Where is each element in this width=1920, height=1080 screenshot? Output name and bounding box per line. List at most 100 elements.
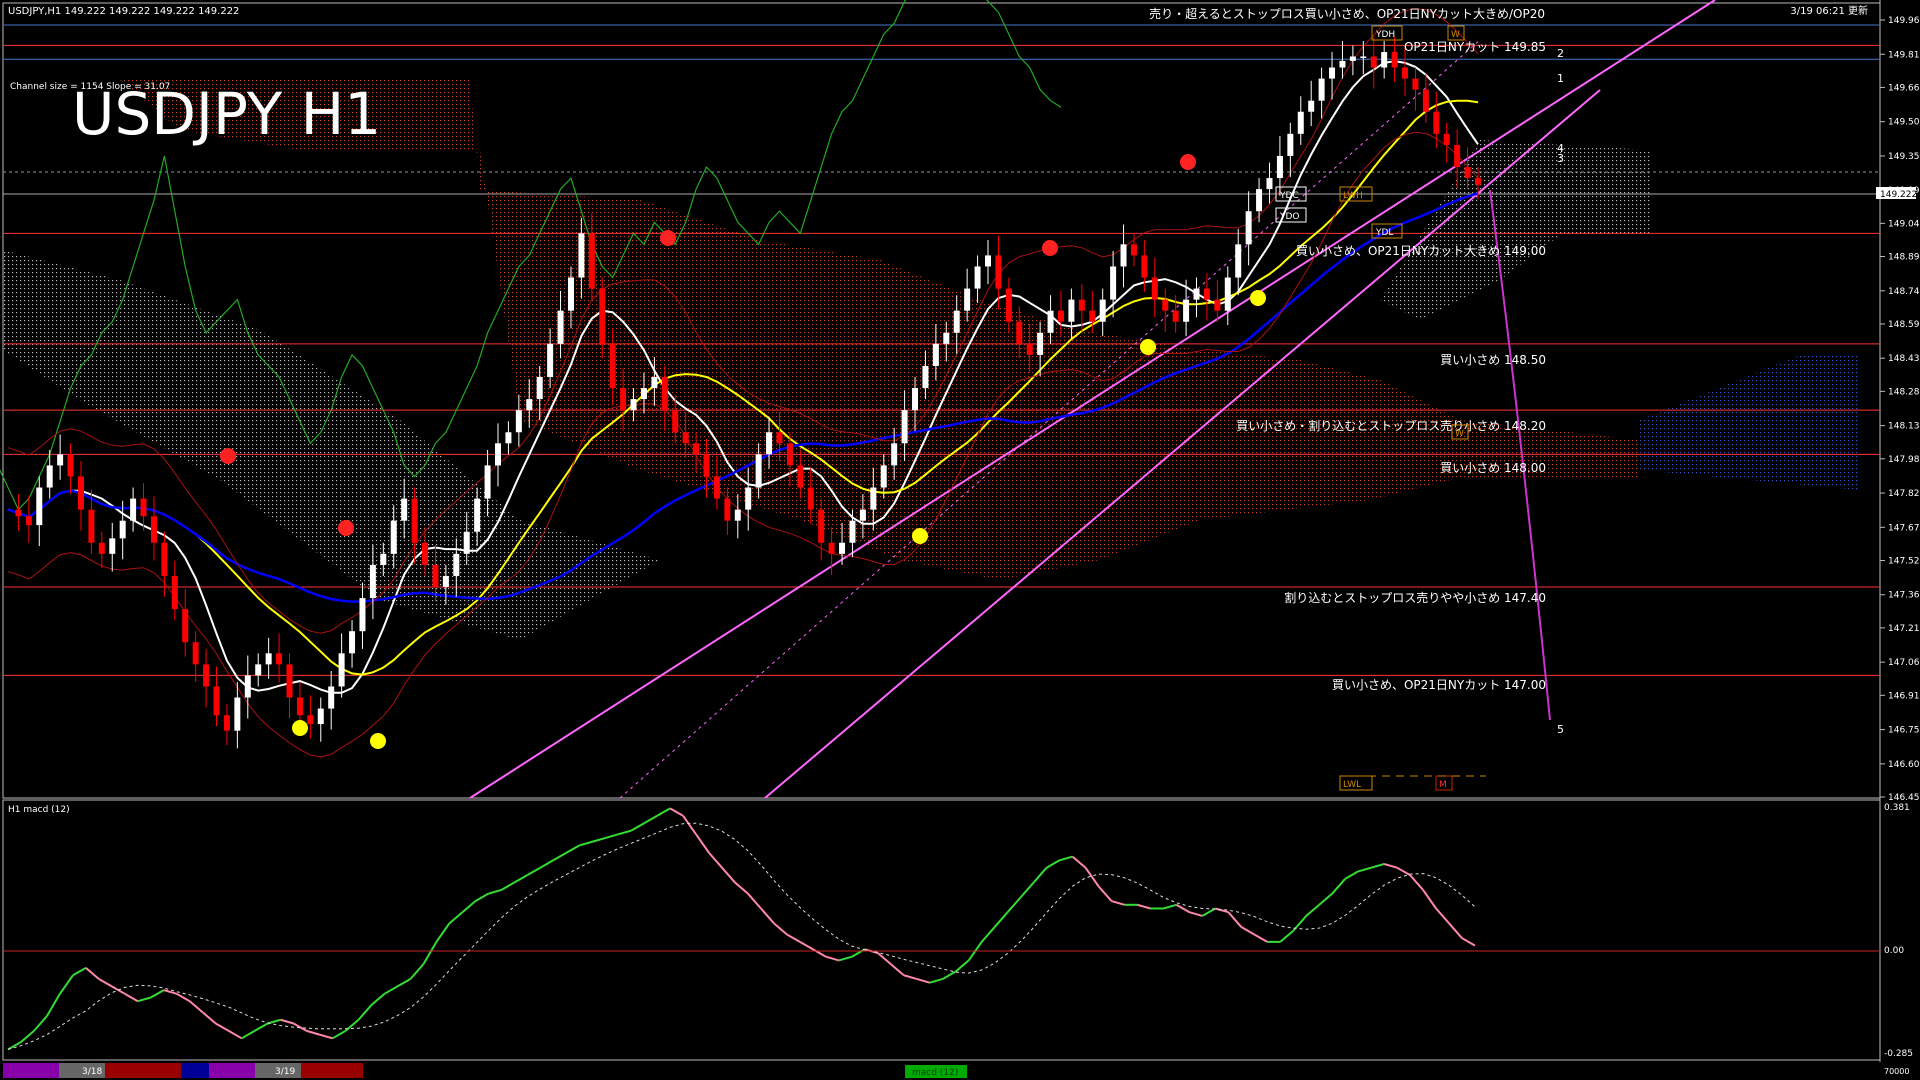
time-seg-1 — [3, 1063, 19, 1078]
note-149-85: OP21日NYカット 149.85 — [1404, 40, 1546, 54]
macd-segment — [929, 978, 944, 984]
macd-segment — [916, 978, 931, 984]
candle-body — [943, 332, 950, 344]
candle-body — [870, 487, 877, 510]
buy-signal-marker — [912, 528, 928, 544]
price-tick-label: 147.670 — [1888, 523, 1920, 533]
candle-body — [442, 575, 449, 587]
ichimoku-cloud — [3, 80, 1860, 640]
candle-body — [1276, 155, 1283, 179]
candle-body — [536, 377, 543, 400]
usdjpy-h1-chart: 149.965149.810149.660149.505149.350149.1… — [0, 0, 1920, 1078]
macd-segment — [150, 989, 165, 999]
macd-segment — [176, 992, 191, 1003]
candle-body — [1214, 299, 1221, 311]
macd-segment — [163, 989, 178, 995]
candle-body — [359, 598, 366, 632]
candle-body — [276, 653, 283, 665]
macd-segment — [500, 881, 515, 891]
macd-segment — [1253, 933, 1268, 943]
price-tick-label: 149.965 — [1888, 16, 1920, 26]
macd-segment — [1046, 859, 1061, 869]
macd-segment — [708, 852, 723, 869]
time-seg-6 — [209, 1063, 255, 1078]
macd-segment — [565, 844, 580, 854]
macd-segment — [825, 955, 840, 962]
candle-body — [140, 498, 147, 517]
candle-body — [1162, 299, 1169, 311]
macd-lines — [7, 807, 1476, 1051]
macd-segment — [137, 996, 152, 1003]
macd-segment — [1111, 900, 1125, 906]
sell-signal-marker — [220, 448, 236, 464]
candle-body — [1391, 52, 1398, 68]
macd-segment — [760, 907, 775, 924]
macd-segment — [1227, 911, 1243, 928]
macd-segment — [682, 815, 697, 835]
macd-segment — [1318, 892, 1333, 906]
candle-body — [1141, 255, 1148, 278]
candle-body — [1245, 211, 1252, 245]
candle-body — [150, 516, 157, 543]
macd-segment — [1305, 904, 1320, 917]
macd-segment — [448, 911, 464, 925]
candle-body — [932, 343, 939, 366]
time-label-3-19: 3/19 — [275, 1067, 295, 1077]
macd-segment — [747, 893, 762, 910]
candle-body — [651, 377, 658, 389]
price-tick-label: 148.740 — [1888, 287, 1920, 297]
candle-body — [411, 498, 418, 543]
candle-body — [1151, 277, 1158, 300]
macd-segment — [942, 970, 957, 980]
macd-segment — [1370, 863, 1385, 869]
macd-segment — [435, 922, 451, 943]
candle-body — [891, 443, 898, 466]
note-148-20: 買い小さめ・割り込むとストップロス売り小さめ 148.20 — [1236, 418, 1546, 433]
candle-body — [922, 365, 929, 389]
macd-segment — [786, 933, 801, 943]
macd-segment — [1396, 866, 1411, 876]
candle-body — [1089, 310, 1096, 322]
cloud-future-blue — [1640, 355, 1860, 490]
macd-segment — [656, 807, 671, 817]
price-tick-label: 148.895 — [1888, 253, 1920, 263]
candle-body — [1381, 52, 1388, 68]
symbol-info: USDJPY,H1 149.222 149.222 149.222 149.22… — [8, 6, 239, 17]
candle-body — [818, 509, 825, 543]
macd-segment — [1163, 903, 1177, 910]
macd-segment — [1344, 870, 1359, 880]
m-bot-label: M — [1439, 780, 1447, 790]
macd-segment — [591, 837, 606, 843]
candle-body — [36, 487, 43, 526]
candle-body — [766, 432, 773, 455]
macd-segment — [46, 993, 61, 1017]
candle-body — [244, 675, 251, 698]
candle-body — [1329, 67, 1336, 79]
macd-segment — [383, 985, 398, 995]
candle-body — [203, 664, 210, 687]
macd-segment — [1201, 907, 1216, 917]
price-tick-label: 147.520 — [1888, 556, 1920, 566]
macd-segment — [1435, 907, 1450, 924]
macd-segment — [1189, 911, 1203, 917]
time-seg-2 — [19, 1063, 59, 1078]
macd-segment — [980, 926, 996, 943]
candle-body — [995, 255, 1002, 289]
price-tick-label: 149.045 — [1888, 219, 1920, 229]
candle-body — [1412, 78, 1419, 90]
candle-body — [1016, 321, 1023, 344]
macd-segment — [643, 814, 658, 825]
candle-body — [1203, 288, 1210, 300]
candle-body — [640, 388, 647, 400]
candle-body — [859, 509, 866, 521]
candle-body — [1224, 277, 1231, 311]
candle-body — [57, 454, 64, 466]
lwl-label: LWL — [1343, 780, 1361, 790]
candle-body — [1308, 100, 1315, 112]
time-seg-8 — [301, 1063, 363, 1078]
candle-body — [745, 487, 752, 510]
macd-segment — [1331, 878, 1346, 895]
candle-body — [776, 432, 783, 444]
macd-segment — [344, 1019, 360, 1032]
candle-body — [77, 476, 84, 510]
